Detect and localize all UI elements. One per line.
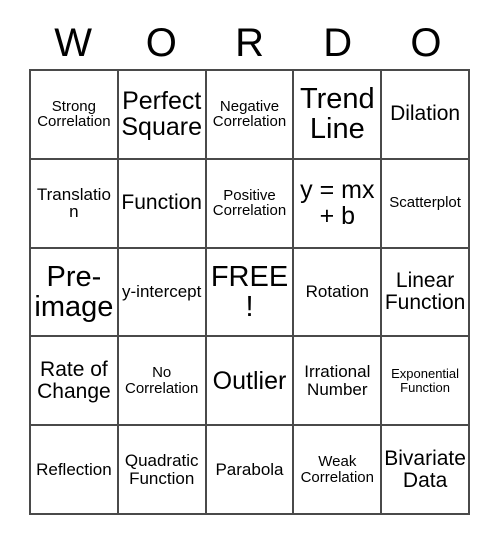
bingo-cell-r5c1[interactable]: Reflection	[31, 426, 119, 515]
bingo-cell-label: Rate of Change	[37, 357, 111, 403]
header-letter-5: O	[410, 21, 442, 65]
bingo-cell-label: Positive Correlation	[212, 186, 287, 220]
bingo-cell-r2c4[interactable]: y = mx + b	[294, 159, 383, 249]
bingo-grid: Strong Correlation Perfect Square Negati…	[29, 69, 470, 515]
bingo-cell-r1c3[interactable]: Negative Correlation	[206, 71, 295, 160]
bingo-cell-r4c3[interactable]: Outlier	[206, 337, 295, 427]
bingo-cell-label: Bivariate Data	[384, 446, 466, 492]
bingo-cell-label: Scatterplot	[389, 194, 461, 212]
bingo-cell-label: No Correlation	[125, 364, 199, 397]
bingo-cell-r2c3[interactable]: Positive Correlation	[206, 159, 295, 249]
bingo-cell-label: Strong Correlation	[37, 97, 111, 131]
bingo-cell-r1c2[interactable]: Perfect Square	[118, 71, 207, 160]
bingo-cell-label: y = mx + b	[300, 176, 375, 231]
bingo-cell-r2c1[interactable]: Translation	[31, 159, 119, 249]
bingo-cell-r4c5[interactable]: Exponential Function	[382, 337, 470, 427]
bingo-cell-label: Negative Correlation	[212, 97, 287, 131]
header-letter-4: D	[323, 21, 353, 65]
bingo-header-row: W O R D O	[29, 18, 470, 68]
bingo-cell-label: Weak Correlation	[300, 453, 374, 486]
bingo-cell-label: Function	[121, 191, 202, 215]
bingo-cell-r5c4[interactable]: Weak Correlation	[294, 426, 383, 515]
bingo-cell-r4c2[interactable]: No Correlation	[118, 337, 207, 427]
header-letter-2: O	[145, 21, 177, 65]
bingo-cell-r5c5[interactable]: Bivariate Data	[382, 426, 470, 515]
bingo-cell-label: Translation	[36, 184, 111, 222]
bingo-cell-r5c2[interactable]: Quadratic Function	[118, 426, 207, 515]
bingo-cell-r4c4[interactable]: Irrational Number	[294, 337, 383, 427]
bingo-cell-label: Rotation	[305, 282, 369, 302]
bingo-cell-label: Irrational Number	[304, 362, 371, 399]
bingo-cell-label: Parabola	[215, 459, 284, 479]
bingo-cell-label: FREE!	[210, 260, 289, 323]
bingo-cell-r3c1[interactable]: Pre-image	[31, 248, 119, 338]
bingo-cell-r4c1[interactable]: Rate of Change	[31, 337, 119, 427]
bingo-cell-label: Linear Function	[384, 269, 466, 314]
bingo-cell-r2c2[interactable]: Function	[118, 159, 207, 249]
bingo-cell-label: Dilation	[390, 102, 461, 126]
bingo-cell-r1c1[interactable]: Strong Correlation	[31, 71, 119, 160]
bingo-cell-label: Outlier	[212, 366, 287, 395]
bingo-cell-label: y-intercept	[122, 282, 202, 302]
bingo-cell-label: Quadratic Function	[124, 450, 199, 488]
bingo-cell-r1c5[interactable]: Dilation	[382, 71, 470, 160]
bingo-cell-label: Pre-image	[34, 260, 114, 323]
bingo-cell-label: Trend Line	[299, 83, 375, 146]
bingo-cell-r5c3[interactable]: Parabola	[206, 426, 295, 515]
bingo-cell-r2c5[interactable]: Scatterplot	[382, 159, 470, 249]
bingo-cell-r3c2[interactable]: y-intercept	[118, 248, 207, 338]
bingo-cell-label: Reflection	[36, 459, 112, 479]
bingo-cell-r3c4[interactable]: Rotation	[294, 248, 383, 338]
bingo-cell-r1c4[interactable]: Trend Line	[294, 71, 383, 160]
bingo-cell-label: Perfect Square	[121, 87, 202, 142]
bingo-cell-r3c5[interactable]: Linear Function	[382, 248, 470, 338]
header-letter-1: W	[54, 21, 92, 65]
bingo-cell-r3c3-free[interactable]: FREE!	[206, 248, 295, 338]
bingo-cell-label: Exponential Function	[391, 366, 460, 395]
bingo-card: W O R D O Strong Correlation Perfect Squ…	[0, 0, 500, 544]
header-letter-3: R	[235, 21, 264, 65]
